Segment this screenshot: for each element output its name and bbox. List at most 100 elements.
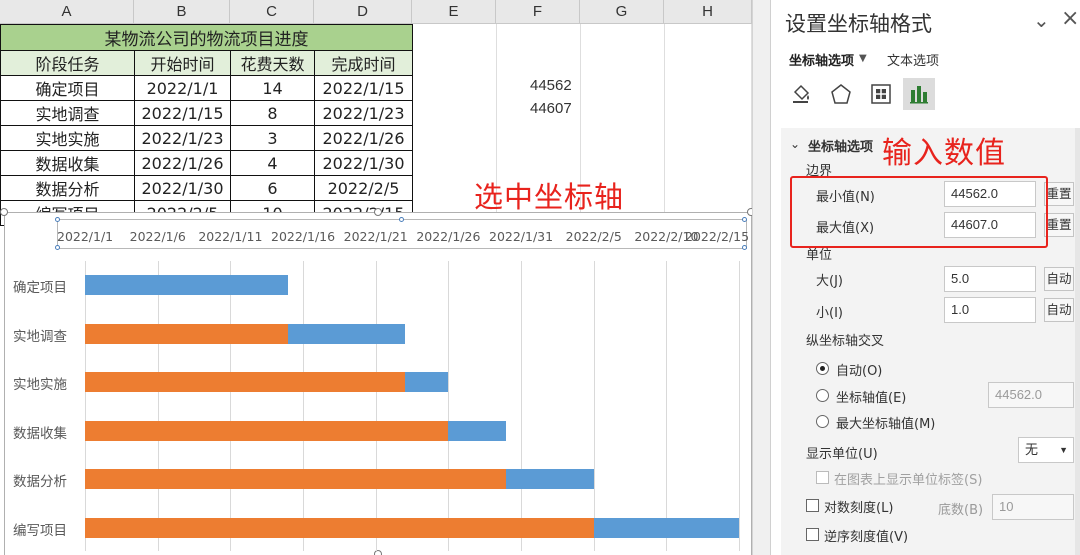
bar-duration[interactable] xyxy=(288,323,405,344)
project-table[interactable]: 某物流公司的物流项目进度 阶段任务 开始时间 花费天数 完成时间 确定项目 20… xyxy=(0,24,413,226)
cell[interactable]: 2022/1/1 xyxy=(134,75,231,101)
column-header-b[interactable]: B xyxy=(134,0,230,24)
caret-down-icon: ▼ xyxy=(1059,445,1068,455)
table-title[interactable]: 某物流公司的物流项目进度 xyxy=(0,24,413,51)
bar-duration[interactable] xyxy=(593,517,739,538)
cell[interactable]: 2022/1/23 xyxy=(314,100,413,126)
cross-auto-label[interactable]: 自动(O) xyxy=(836,360,882,379)
auto-major-button[interactable]: 自动 xyxy=(1044,267,1074,291)
cell[interactable]: 2022/1/15 xyxy=(314,75,413,101)
size-properties-icon[interactable] xyxy=(865,78,897,110)
pane-scrollbar[interactable] xyxy=(1075,128,1080,555)
fill-icon[interactable] xyxy=(785,78,817,110)
column-header-f[interactable]: F xyxy=(496,0,580,24)
cell[interactable]: 2022/1/26 xyxy=(314,125,413,151)
chevron-down-icon[interactable]: ⌄ xyxy=(1033,8,1050,32)
log-base-input[interactable]: 10 xyxy=(992,494,1074,520)
cell[interactable]: 2022/1/30 xyxy=(134,175,231,201)
bar-duration[interactable] xyxy=(506,469,594,490)
bar-offset[interactable] xyxy=(85,372,405,393)
cell[interactable]: 14 xyxy=(230,75,315,101)
resize-handle[interactable] xyxy=(374,208,382,216)
section-axis-options[interactable]: 坐标轴选项 xyxy=(808,136,873,155)
reverse-order-label[interactable]: 逆序刻度值(V) xyxy=(824,526,908,545)
cross-axis-value-label[interactable]: 坐标轴值(E) xyxy=(836,387,906,406)
column-header-h[interactable]: H xyxy=(664,0,752,24)
bar-offset[interactable] xyxy=(85,469,507,490)
column-header-g[interactable]: G xyxy=(580,0,664,24)
cell[interactable]: 2022/1/23 xyxy=(134,125,231,151)
spreadsheet[interactable]: A B C D E F G H 某物流公司的物流项目进度 阶段任务 开始时间 花… xyxy=(0,0,752,555)
show-units-checkbox[interactable] xyxy=(816,471,829,484)
cross-max-label[interactable]: 最大坐标轴值(M) xyxy=(836,413,935,432)
x-tick-label: 2022/1/1 xyxy=(57,229,114,244)
cross-axis-value-input[interactable]: 44562.0 xyxy=(988,382,1074,408)
header-cell[interactable]: 开始时间 xyxy=(134,50,231,76)
major-unit-input[interactable]: 5.0 xyxy=(944,266,1036,292)
resize-handle[interactable] xyxy=(0,208,8,216)
bar-offset[interactable] xyxy=(85,517,594,538)
display-units-value: 无 xyxy=(1025,442,1039,457)
pentagon-effects-icon[interactable] xyxy=(825,78,857,110)
minor-unit-input[interactable]: 1.0 xyxy=(944,297,1036,323)
header-cell[interactable]: 阶段任务 xyxy=(0,50,135,76)
axis-handle[interactable] xyxy=(399,217,404,222)
gridline xyxy=(448,261,450,551)
column-header-d[interactable]: D xyxy=(314,0,412,24)
caret-down-icon[interactable]: ▼ xyxy=(859,53,867,64)
vertical-scrollbar[interactable] xyxy=(752,0,770,555)
x-tick-label: 2022/1/26 xyxy=(416,229,481,244)
cell[interactable]: 6 xyxy=(230,175,315,201)
cell[interactable]: 确定项目 xyxy=(0,75,135,101)
log-scale-checkbox[interactable] xyxy=(806,499,819,512)
radio-cross-max[interactable] xyxy=(816,415,829,428)
bar-offset[interactable] xyxy=(85,323,289,344)
header-cell[interactable]: 完成时间 xyxy=(314,50,413,76)
column-header-e[interactable]: E xyxy=(412,0,496,24)
cell[interactable]: 实地调查 xyxy=(0,100,135,126)
cell[interactable]: 2022/2/5 xyxy=(314,175,413,201)
cell[interactable]: 实地实施 xyxy=(0,125,135,151)
tab-text-options[interactable]: 文本选项 xyxy=(887,50,939,69)
radio-cross-axis-value[interactable] xyxy=(816,389,829,402)
bar-chart-options-icon[interactable] xyxy=(903,78,935,110)
bar-duration[interactable] xyxy=(404,372,449,393)
axis-handle[interactable] xyxy=(742,217,747,222)
cell[interactable]: 8 xyxy=(230,100,315,126)
cross-label: 纵坐标轴交叉 xyxy=(806,334,885,349)
category-label: 实地实施 xyxy=(13,377,67,394)
column-header-c[interactable]: C xyxy=(230,0,314,24)
axis-handle[interactable] xyxy=(742,245,747,250)
cell[interactable]: 数据分析 xyxy=(0,175,135,201)
tab-axis-options[interactable]: 坐标轴选项 xyxy=(789,50,854,69)
reset-max-button[interactable]: 重置 xyxy=(1044,213,1074,237)
column-header-a[interactable]: A xyxy=(0,0,134,24)
reverse-order-checkbox[interactable] xyxy=(806,528,819,541)
collapse-icon[interactable]: ⌄ xyxy=(790,137,800,151)
reset-min-button[interactable]: 重置 xyxy=(1044,182,1074,206)
cell[interactable]: 2022/1/15 xyxy=(134,100,231,126)
gridline xyxy=(739,261,740,551)
cell[interactable]: 2022/1/30 xyxy=(314,150,413,176)
cell[interactable]: 2022/1/26 xyxy=(134,150,231,176)
cell[interactable]: 3 xyxy=(230,125,315,151)
radio-cross-auto[interactable] xyxy=(816,362,829,375)
cell-f-value[interactable]: 44607 xyxy=(530,100,572,117)
bar-duration[interactable] xyxy=(85,275,289,296)
header-cell[interactable]: 花费天数 xyxy=(230,50,315,76)
auto-minor-button[interactable]: 自动 xyxy=(1044,298,1074,322)
gantt-chart[interactable]: 2022/1/1 2022/1/6 2022/1/11 2022/1/16 2022/1… xyxy=(0,208,752,555)
category-label: 数据收集 xyxy=(13,425,67,442)
close-icon[interactable]: × xyxy=(1061,6,1079,31)
axis-handle[interactable] xyxy=(55,217,60,222)
bar-duration[interactable] xyxy=(448,420,507,441)
cell[interactable]: 4 xyxy=(230,150,315,176)
cell[interactable]: 数据收集 xyxy=(0,150,135,176)
annotation-enter-value: 输入数值 xyxy=(882,136,1006,171)
table-row: 数据收集 2022/1/26 4 2022/1/30 xyxy=(0,150,413,176)
log-scale-label[interactable]: 对数刻度(L) xyxy=(824,497,893,516)
bar-offset[interactable] xyxy=(85,420,449,441)
cell-f-value[interactable]: 44562 xyxy=(530,77,572,94)
axis-handle[interactable] xyxy=(55,245,60,250)
display-units-select[interactable]: 无 ▼ xyxy=(1018,437,1074,463)
